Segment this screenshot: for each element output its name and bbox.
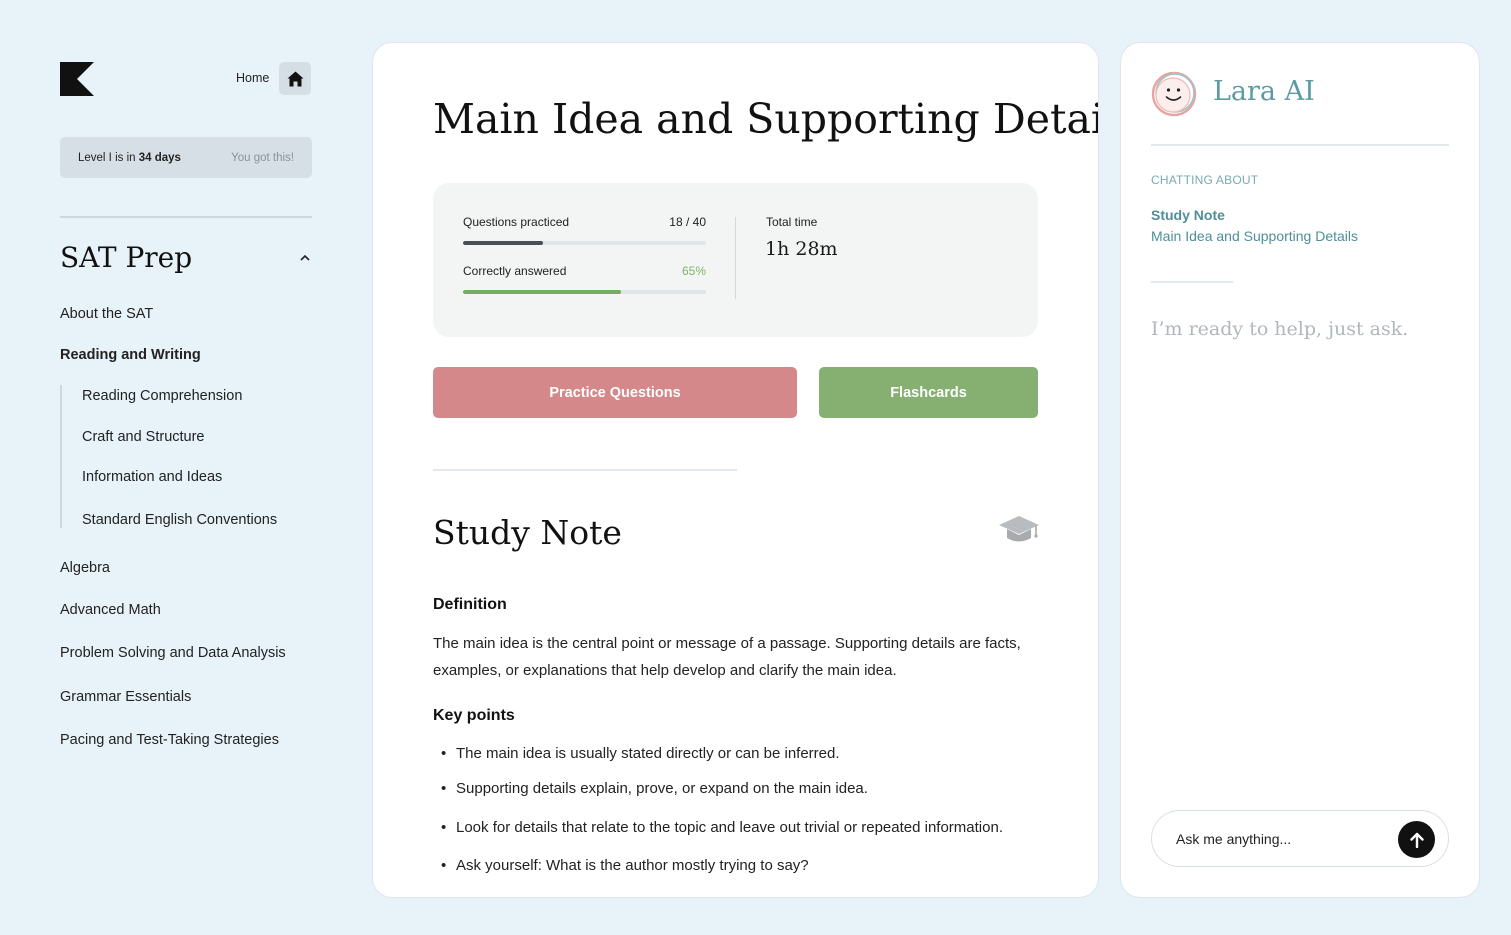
key-point-text: Look for details that relate to the topi… xyxy=(456,819,1003,836)
sidebar-subitem-craft-and-structure[interactable]: Craft and Structure xyxy=(82,429,205,445)
chat-context-topic: Main Idea and Supporting Details xyxy=(1151,228,1359,244)
chevron-up-icon xyxy=(300,254,310,261)
correctly-answered-label: Correctly answered xyxy=(463,264,567,278)
sidebar-divider xyxy=(60,216,312,218)
practice-questions-button[interactable]: Practice Questions xyxy=(433,367,797,418)
sidebar-item-problem-solving[interactable]: Problem Solving and Data Analysis xyxy=(60,645,286,661)
assistant-name: Lara AI xyxy=(1213,76,1315,107)
send-button[interactable] xyxy=(1398,821,1435,858)
section-title: SAT Prep xyxy=(60,241,193,274)
exam-countdown-banner: Level I is in 34 days You got this! xyxy=(60,137,312,178)
countdown-days: 34 days xyxy=(138,151,181,164)
chat-context-divider xyxy=(1151,281,1233,283)
key-point-text: Ask yourself: What is the author mostly … xyxy=(456,857,809,874)
total-time-label: Total time xyxy=(766,215,818,229)
list-item: • The main idea is usually stated directl… xyxy=(441,745,840,762)
sidebar-item-advanced-math[interactable]: Advanced Math xyxy=(60,602,161,618)
chat-context-type: Study Note xyxy=(1151,207,1225,223)
smiley-face-icon xyxy=(1151,71,1197,117)
ai-chat-panel: Lara AI CHATTING ABOUT Study Note Main I… xyxy=(1120,42,1480,898)
graduation-cap-icon xyxy=(999,516,1039,542)
stats-divider xyxy=(735,217,736,299)
flashcards-button[interactable]: Flashcards xyxy=(819,367,1038,418)
home-link[interactable]: Home xyxy=(236,71,269,85)
list-item: • Ask yourself: What is the author mostly… xyxy=(441,857,809,874)
section-toggle-sat-prep[interactable]: SAT Prep xyxy=(60,241,312,274)
page-title: Main Idea and Supporting Details xyxy=(433,95,1099,143)
list-item: • Look for details that relate to the top… xyxy=(441,819,1003,836)
countdown-prefix: Level I is in xyxy=(78,151,139,164)
key-point-text: Supporting details explain, prove, or ex… xyxy=(456,780,868,797)
encouragement-text: You got this! xyxy=(231,151,294,164)
chat-input[interactable] xyxy=(1176,811,1386,866)
questions-practiced-value: 18 / 40 xyxy=(669,215,706,229)
chat-composer xyxy=(1151,810,1449,867)
key-point-text: The main idea is usually stated directly… xyxy=(456,745,840,762)
subnav-indicator xyxy=(60,385,62,528)
total-time-value: 1h 28m xyxy=(765,238,838,260)
content-divider xyxy=(433,469,737,471)
chat-empty-hint: I’m ready to help, just ask. xyxy=(1151,318,1409,340)
sidebar-subitem-information-and-ideas[interactable]: Information and Ideas xyxy=(82,469,222,485)
list-item: • Supporting details explain, prove, or e… xyxy=(441,780,868,797)
home-button[interactable] xyxy=(279,62,311,95)
home-icon xyxy=(287,71,303,86)
correctly-answered-value: 65% xyxy=(681,264,706,278)
definition-text: The main idea is the central point or me… xyxy=(433,635,1021,679)
sidebar-subitem-standard-english-conventions[interactable]: Standard English Conventions xyxy=(82,512,277,528)
questions-practiced-label: Questions practiced xyxy=(463,215,570,229)
sidebar-subitem-reading-comprehension[interactable]: Reading Comprehension xyxy=(82,388,242,404)
study-content-card: Main Idea and Supporting Details Questio… xyxy=(372,42,1099,898)
arrow-up-icon xyxy=(1409,832,1424,848)
sidebar-item-grammar-essentials[interactable]: Grammar Essentials xyxy=(60,689,191,705)
sidebar-item-pacing-strategies[interactable]: Pacing and Test-Taking Strategies xyxy=(60,732,279,748)
sidebar-item-algebra[interactable]: Algebra xyxy=(60,560,110,576)
sidebar-item-reading-and-writing[interactable]: Reading and Writing xyxy=(60,347,201,363)
brand-logo-icon[interactable] xyxy=(60,62,94,96)
sidebar-item-about-the-sat[interactable]: About the SAT xyxy=(60,306,153,322)
study-note-title: Study Note xyxy=(433,513,622,552)
correct-progress-fill xyxy=(463,290,621,294)
definition-heading: Definition xyxy=(433,596,507,613)
chat-header-divider xyxy=(1151,144,1449,146)
questions-progress-fill xyxy=(463,241,544,245)
key-points-heading: Key points xyxy=(433,707,515,724)
chat-context-label: CHATTING ABOUT xyxy=(1151,173,1259,187)
countdown-text: Level I is in 34 days xyxy=(78,152,181,164)
questions-progress-bar xyxy=(463,241,706,245)
correct-progress-bar xyxy=(463,290,706,294)
progress-stats-panel: Questions practiced 18 / 40 Correctly an… xyxy=(433,183,1038,337)
